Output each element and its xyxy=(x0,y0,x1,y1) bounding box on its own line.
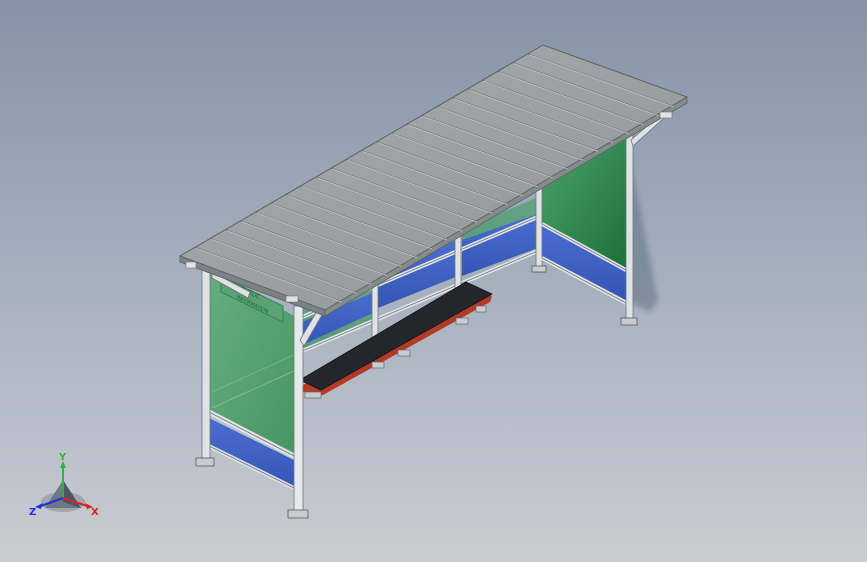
coordinate-triad: Y X Z xyxy=(29,452,99,518)
cad-viewport[interactable]: PUBLIC INFORMATION Y X Z xyxy=(0,0,867,562)
z-axis-label: Z xyxy=(29,507,36,518)
left-back-post xyxy=(201,265,211,465)
back-post-3 xyxy=(535,181,543,273)
right-front-post xyxy=(625,127,634,325)
y-axis-label: Y xyxy=(58,452,67,463)
x-axis-label: X xyxy=(91,507,99,518)
model-canvas[interactable]: PUBLIC INFORMATION Y X Z xyxy=(0,0,867,562)
